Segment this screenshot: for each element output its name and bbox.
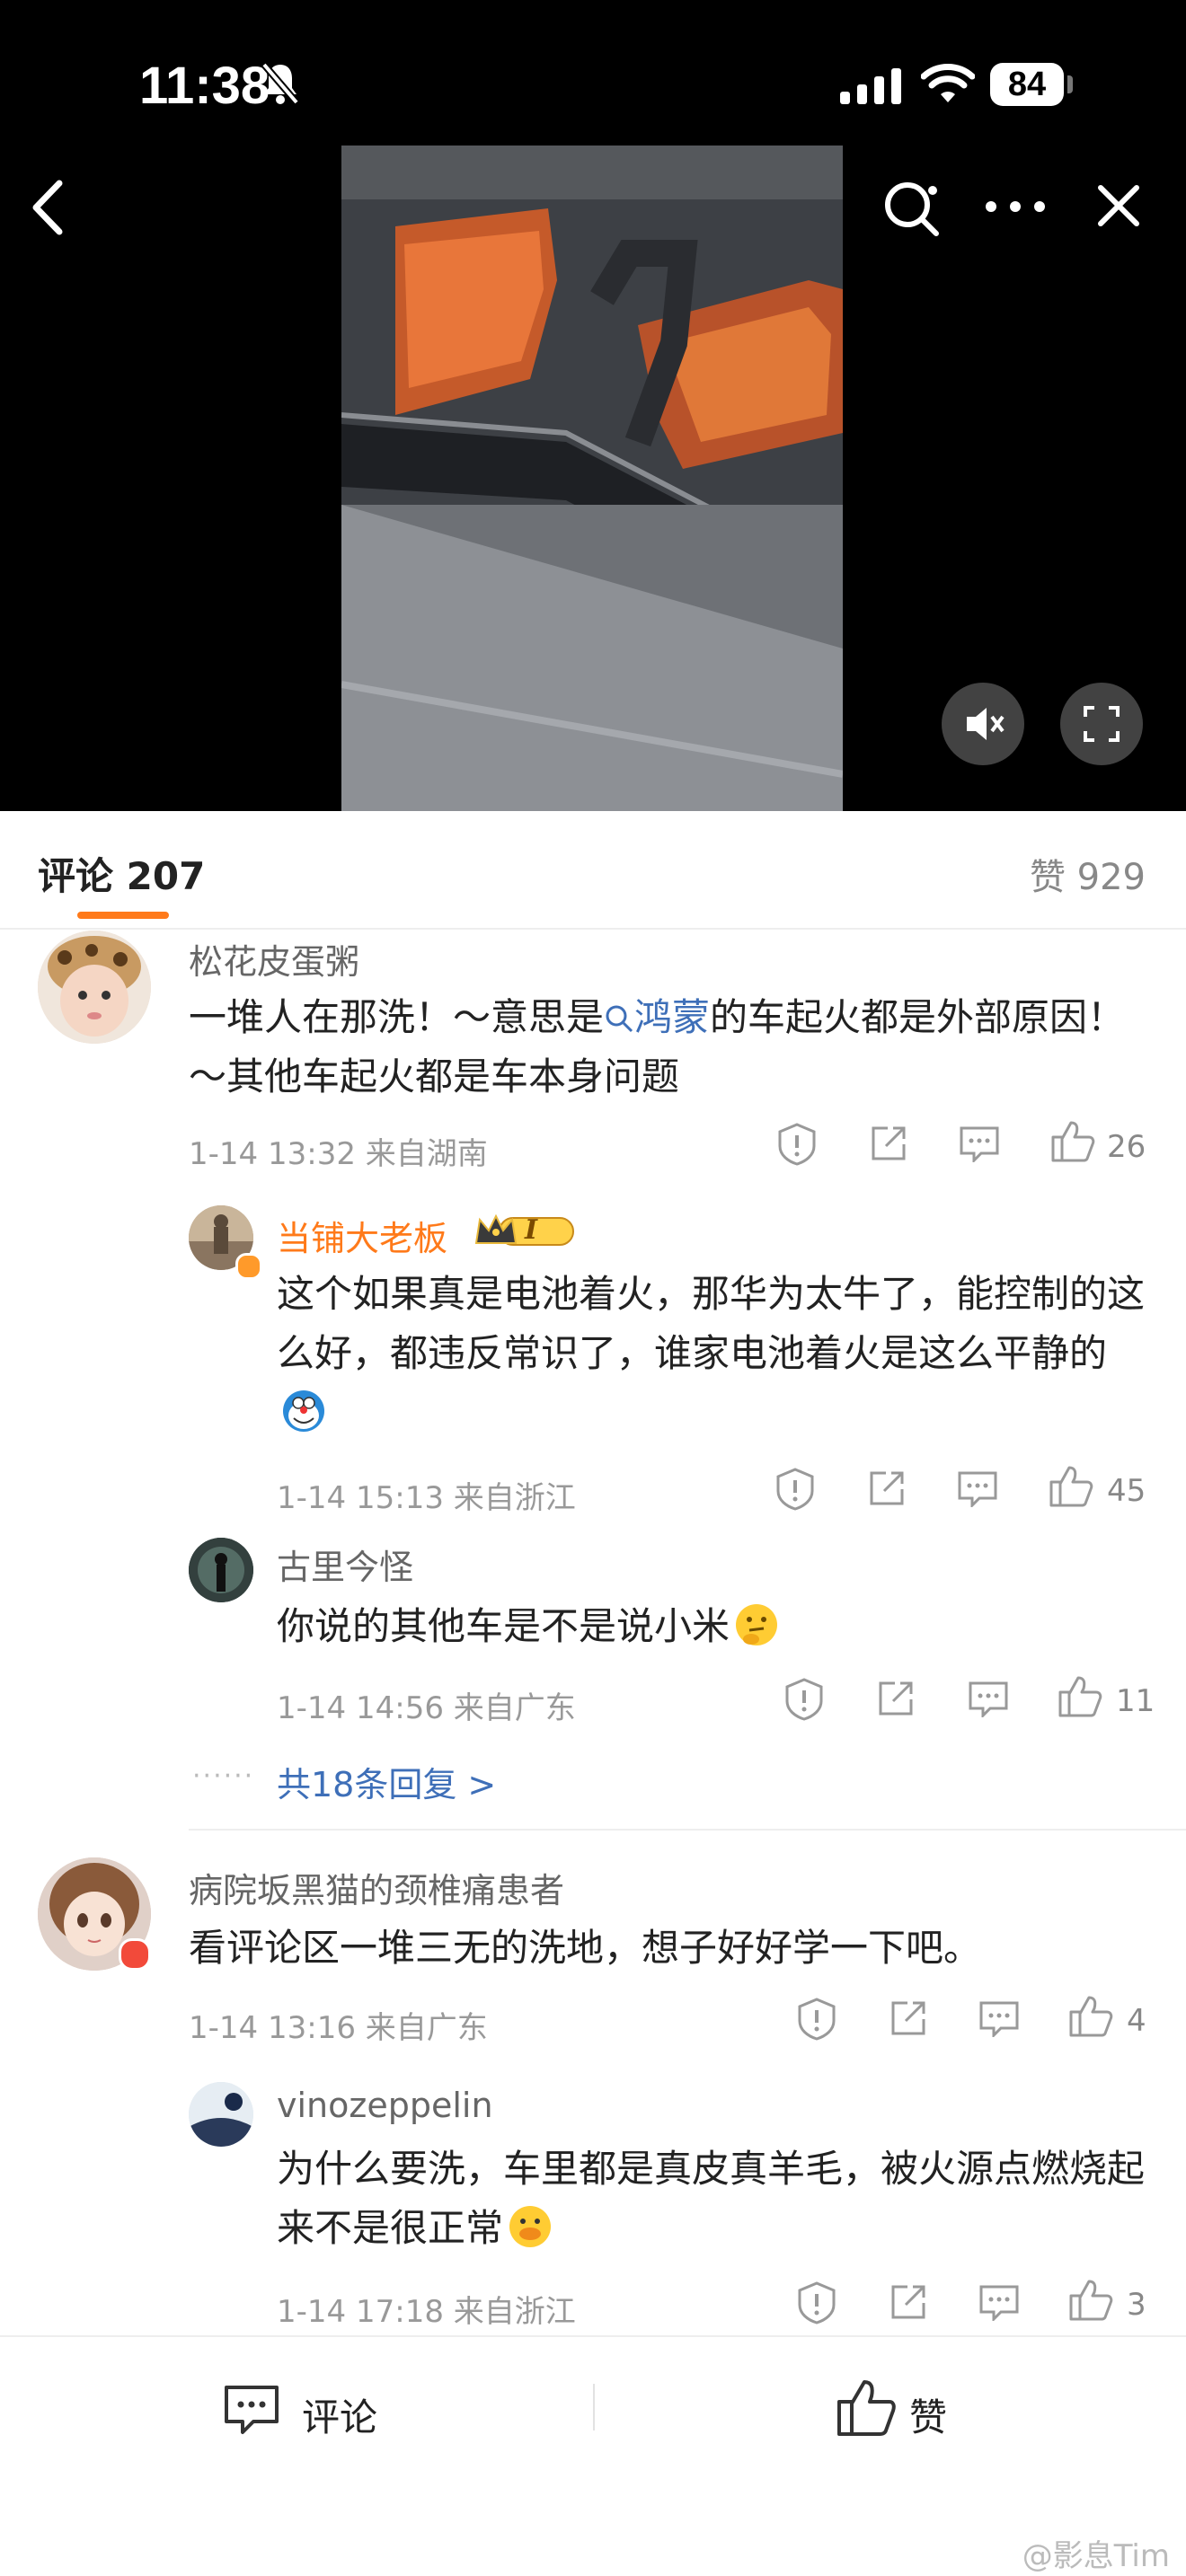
likes-tab[interactable]: 赞 929 (1030, 848, 1146, 900)
mute-toggle-button[interactable] (942, 683, 1024, 765)
comments-tab[interactable]: 评论 207 (38, 846, 205, 901)
wifi-icon (920, 63, 976, 108)
report-icon[interactable] (782, 1676, 827, 1725)
more-icon[interactable] (984, 199, 1047, 217)
reply-meta: 1-14 15:13 来自浙江 (277, 1473, 576, 1517)
like-count: 45 (1107, 1473, 1146, 1509)
reply-text-content: 你说的其他车是不是说小米 (277, 1604, 730, 1648)
report-icon[interactable] (774, 1121, 819, 1169)
comment-time: 1-14 13:32 (189, 1136, 356, 1172)
comment-button-label: 评论 (302, 2395, 378, 2439)
share-icon[interactable] (888, 1998, 929, 2042)
comment-icon (223, 2382, 280, 2439)
share-icon[interactable] (875, 1678, 916, 1723)
search-icon (606, 1005, 633, 1033)
reply-meta: 1-14 17:18 来自浙江 (277, 2287, 576, 2331)
like-count: 4 (1127, 2003, 1146, 2039)
like-count: 26 (1107, 1129, 1146, 1165)
reply-username[interactable]: 古里今怪 (277, 1539, 413, 1589)
video-area: 11:38 84 (0, 0, 1186, 811)
avatar[interactable] (189, 1538, 253, 1602)
battery-level: 84 (990, 63, 1064, 106)
report-icon[interactable] (794, 1996, 839, 2044)
fullscreen-button[interactable] (1060, 683, 1143, 765)
like-button[interactable]: 赞 (836, 2375, 1015, 2447)
like-button-label: 赞 (909, 2395, 948, 2439)
bottom-separator (593, 2384, 595, 2430)
more-replies-dots: ······ (192, 1760, 255, 1792)
bottom-action-bar: 评论 赞 (0, 2335, 1186, 2576)
reply-location: 来自广东 (453, 1690, 576, 1726)
comment-time: 1-14 13:16 (189, 2010, 356, 2046)
comment-meta: 1-14 13:16 来自广东 (189, 2003, 488, 2047)
comment-button[interactable]: 评论 (216, 2375, 431, 2447)
report-icon[interactable] (794, 2280, 839, 2328)
reply-icon[interactable] (967, 1680, 1010, 1721)
reply-location: 来自浙江 (453, 2294, 576, 2330)
report-icon[interactable] (773, 1466, 818, 1514)
reply-text: 为什么要洗，车里都是真皮真羊毛，被火源点燃烧起来不是很正常 (277, 2139, 1148, 2258)
like-count: 11 (1116, 1683, 1155, 1719)
reply-time: 1-14 15:13 (277, 1480, 444, 1516)
cellular-signal-icon (840, 66, 901, 108)
thread-divider (189, 1829, 1186, 1831)
comment-location: 来自广东 (365, 2010, 488, 2046)
status-time: 11:38 (139, 57, 270, 115)
comment-text: 一堆人在那洗！～意思是 鸿蒙的车起火都是外部原因！～其他车起火都是车本身问题 (189, 988, 1141, 1107)
bottom-divider (0, 2335, 1186, 2337)
like-icon[interactable] (1067, 1994, 1114, 2042)
reply-icon[interactable] (958, 1125, 1001, 1166)
like-icon[interactable] (1049, 1119, 1096, 1168)
comments-tab-indicator (77, 912, 169, 919)
reply-time: 1-14 17:18 (277, 2294, 444, 2330)
reply-text: 你说的其他车是不是说小米 (277, 1597, 1148, 1656)
close-icon[interactable] (1096, 183, 1141, 232)
share-icon[interactable] (868, 1123, 909, 1168)
like-count: 3 (1127, 2287, 1146, 2323)
comment-username[interactable]: 病院坂黑猫的颈椎痛患者 (189, 1863, 564, 1912)
member-badge-icon (119, 1938, 151, 1971)
comment-username[interactable]: 松花皮蛋粥 (189, 934, 359, 984)
back-icon[interactable] (27, 178, 70, 241)
search-icon[interactable] (881, 178, 943, 244)
reply-text: 这个如果真是电池着火，那华为太牛了，能控制的这么好，都违反常识了，谁家电池着火是… (277, 1265, 1148, 1442)
like-icon[interactable] (1048, 1464, 1094, 1513)
reply-username[interactable]: 当铺大老板 (277, 1211, 447, 1260)
share-icon[interactable] (888, 2281, 929, 2326)
comment-text: 看评论区一堆三无的洗地，想子好好学一下吧。 (189, 1926, 982, 1970)
topic-link[interactable]: 鸿蒙 (604, 995, 710, 1039)
duck-emoji-icon (509, 2206, 552, 2247)
mute-bell-icon (261, 61, 300, 110)
watermark: @影息Tim (1022, 2538, 1170, 2574)
thinking-emoji-icon (736, 1604, 778, 1645)
avatar[interactable] (38, 931, 151, 1044)
comment-location: 来自湖南 (365, 1136, 488, 1172)
reply-location: 来自浙江 (453, 1480, 576, 1516)
topic-label: 鸿蒙 (634, 995, 711, 1039)
reply-username[interactable]: vinozeppelin (277, 2086, 493, 2125)
reply-time: 1-14 14:56 (277, 1690, 444, 1726)
reply-icon[interactable] (978, 1999, 1021, 2041)
battery-tip (1067, 75, 1073, 93)
comment-meta: 1-14 13:32 来自湖南 (189, 1129, 488, 1173)
avatar[interactable] (189, 2082, 253, 2147)
like-icon[interactable] (1057, 1674, 1103, 1723)
reply-text-content: 为什么要洗，车里都是真皮真羊毛，被火源点燃烧起来不是很正常 (277, 2147, 1146, 2250)
doraemon-emoji-icon (283, 1390, 324, 1432)
vip-level: I (525, 1214, 538, 1246)
comment-text-part: 一堆人在那洗！～意思是 (189, 995, 605, 1039)
reply-meta: 1-14 14:56 来自广东 (277, 1683, 576, 1727)
like-icon (836, 2378, 897, 2441)
reply-icon[interactable] (956, 1469, 999, 1511)
like-icon[interactable] (1067, 2278, 1114, 2326)
reply-text-content: 这个如果真是电池着火，那华为太牛了，能控制的这么好，都违反常识了，谁家电池着火是… (277, 1272, 1146, 1375)
verified-badge-icon (235, 1253, 262, 1280)
share-icon[interactable] (866, 1468, 907, 1513)
more-replies-link[interactable]: 共18条回复 > (277, 1757, 496, 1806)
video-player[interactable] (341, 146, 843, 811)
header-divider (0, 928, 1186, 930)
reply-icon[interactable] (978, 2283, 1021, 2325)
